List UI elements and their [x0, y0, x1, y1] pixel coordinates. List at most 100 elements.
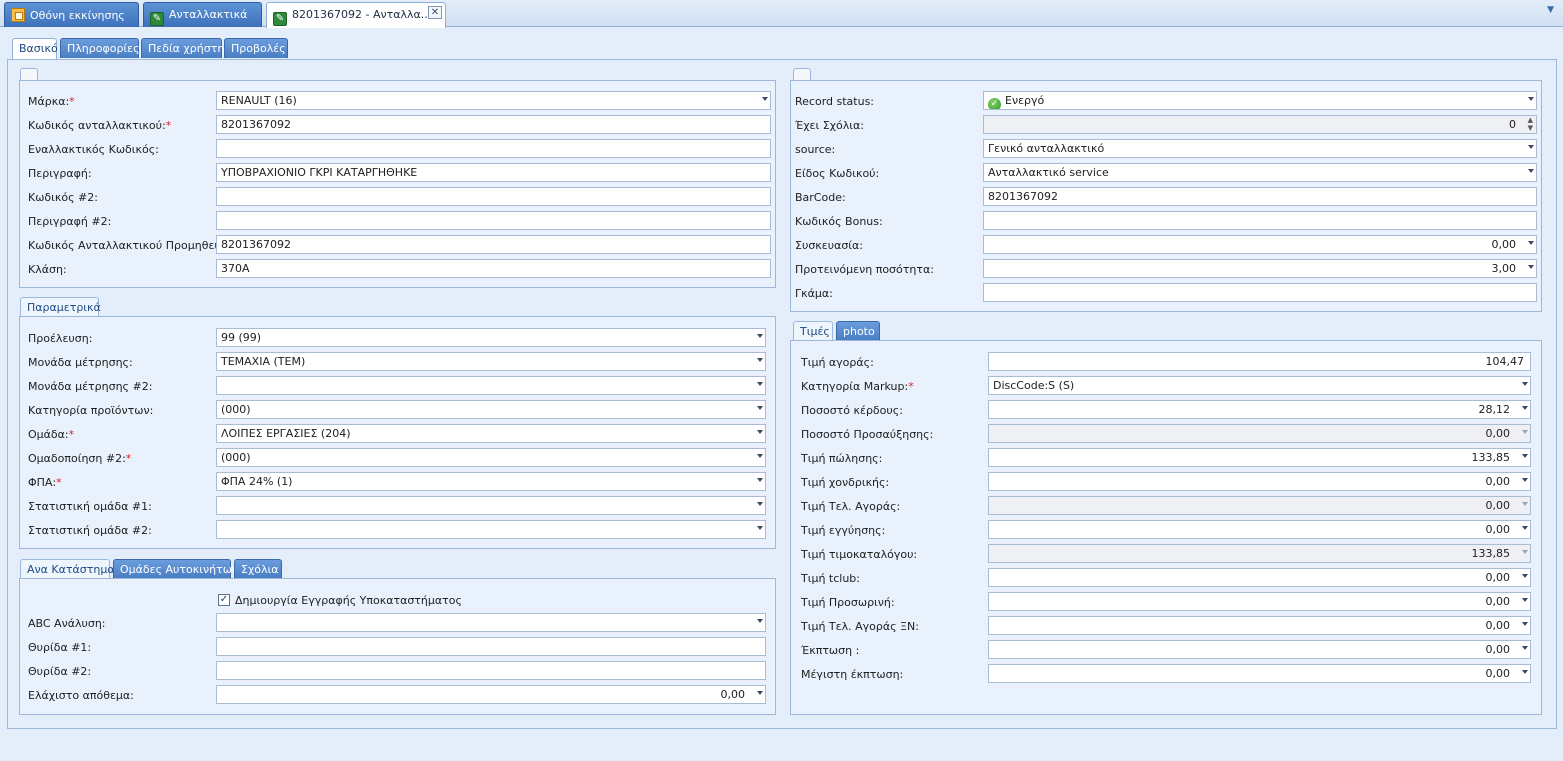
tab-basic[interactable]: Βασικό: [12, 38, 58, 59]
chevron-down-icon[interactable]: [757, 334, 763, 338]
document-tab-strip: Οθόνη εκκίνησης ✎ Ανταλλακτικά ✎ 820136709…: [0, 0, 1563, 28]
description2-input[interactable]: [216, 211, 771, 230]
barcode-label: BarCode:: [795, 191, 846, 204]
unit-label: Μονάδα μέτρησης:: [28, 356, 133, 369]
tab-comments[interactable]: Σχόλια: [234, 559, 282, 578]
close-tab-icon[interactable]: ✕: [428, 6, 442, 19]
category-combo[interactable]: (000): [216, 400, 766, 419]
price-row-field[interactable]: 28,12: [988, 400, 1531, 419]
create-branch-checkbox[interactable]: ✓: [218, 594, 230, 606]
price-row-field[interactable]: 133,85: [988, 544, 1531, 563]
unit-combo[interactable]: ΤΕΜΑΧΙΑ (ΤΕΜ): [216, 352, 766, 371]
chevron-down-icon[interactable]: [1522, 550, 1528, 554]
range-input[interactable]: [983, 283, 1537, 302]
chevron-down-icon[interactable]: [762, 97, 768, 101]
source-combo[interactable]: Γενικό ανταλλακτικό: [983, 139, 1537, 158]
spinner-arrows-icon[interactable]: ▲ ▼: [1528, 116, 1533, 132]
price-row-field[interactable]: 0,00: [988, 520, 1531, 539]
price-row-label: Μέγιστη έκπτωση:: [801, 668, 903, 681]
chevron-down-icon[interactable]: [1528, 97, 1534, 101]
barcode-input[interactable]: 8201367092: [983, 187, 1537, 206]
tab-photo[interactable]: photo: [836, 321, 880, 340]
vat-combo[interactable]: ΦΠΑ 24% (1): [216, 472, 766, 491]
chevron-down-icon[interactable]: [757, 526, 763, 530]
alt-code-input[interactable]: [216, 139, 771, 158]
price-row-field[interactable]: 0,00: [988, 616, 1531, 635]
price-row-field[interactable]: 0,00: [988, 496, 1531, 515]
suggested-qty-input[interactable]: 3,00: [983, 259, 1537, 278]
chevron-down-icon[interactable]: [757, 382, 763, 386]
price-row-label-text: Τιμή Τελ. Αγοράς:: [801, 500, 901, 513]
chevron-down-icon[interactable]: [1522, 478, 1528, 482]
chevron-down-icon[interactable]: [1528, 241, 1534, 245]
tab-info[interactable]: Πληροφορίες: [60, 38, 140, 58]
supplier-code-input[interactable]: 8201367092: [216, 235, 771, 254]
part-code-input[interactable]: 8201367092: [216, 115, 771, 134]
chevron-down-icon[interactable]: [1522, 670, 1528, 674]
grouping2-combo[interactable]: (000): [216, 448, 766, 467]
chevron-down-icon[interactable]: [757, 691, 763, 695]
chevron-down-icon[interactable]: [1522, 598, 1528, 602]
tab-user-fields[interactable]: Πεδία χρήστη: [141, 38, 224, 58]
price-row-field[interactable]: DiscCode:S (S): [988, 376, 1531, 395]
tab-car-groups[interactable]: Ομάδες Αυτοκινήτων: [113, 559, 238, 578]
tab-views[interactable]: Προβολές: [224, 38, 288, 58]
description-input[interactable]: ΥΠΟΒΡΑΧΙΟΝΙΟ ΓΚΡΙ ΚΑΤΑΡΓΗΘΗΚΕ: [216, 163, 771, 182]
tab-parametrics[interactable]: Παραμετρικά: [20, 297, 101, 317]
price-row-field[interactable]: 133,85: [988, 448, 1531, 467]
origin-combo[interactable]: 99 (99): [216, 328, 766, 347]
chevron-down-icon[interactable]: [757, 454, 763, 458]
doc-tab-home[interactable]: Οθόνη εκκίνησης: [4, 2, 139, 27]
doc-tab-label: Οθόνη εκκίνησης: [30, 9, 125, 22]
chevron-down-icon[interactable]: [1522, 406, 1528, 410]
stat-group2-combo[interactable]: [216, 520, 766, 539]
abc-combo[interactable]: [216, 613, 766, 632]
group-combo[interactable]: ΛΟΙΠΕΣ ΕΡΓΑΣΙΕΣ (204): [216, 424, 766, 443]
alt-code-label: Εναλλακτικός Κωδικός:: [28, 143, 159, 156]
class-input[interactable]: 370A: [216, 259, 771, 278]
chevron-down-icon[interactable]: [757, 619, 763, 623]
price-row-field[interactable]: 0,00: [988, 664, 1531, 683]
slot2-input[interactable]: [216, 661, 766, 680]
bonus-code-input[interactable]: [983, 211, 1537, 230]
unit2-combo[interactable]: [216, 376, 766, 395]
code-type-combo[interactable]: Ανταλλακτικό service: [983, 163, 1537, 182]
code2-input[interactable]: [216, 187, 771, 206]
slot1-input[interactable]: [216, 637, 766, 656]
price-row-field[interactable]: 0,00: [988, 568, 1531, 587]
chevron-down-icon[interactable]: [1522, 454, 1528, 458]
doc-tab-part-record[interactable]: ✎ 8201367092 - Ανταλλα...: [266, 2, 446, 28]
chevron-down-icon[interactable]: [757, 358, 763, 362]
price-row-field[interactable]: 0,00: [988, 472, 1531, 491]
stat-group1-combo[interactable]: [216, 496, 766, 515]
price-row-field[interactable]: 0,00: [988, 640, 1531, 659]
chevron-down-icon[interactable]: [1522, 430, 1528, 434]
chevron-down-icon[interactable]: [1522, 382, 1528, 386]
tab-prices[interactable]: Τιμές: [793, 321, 833, 341]
chevron-down-icon[interactable]: [1522, 502, 1528, 506]
tabs-menu-chevron-icon[interactable]: ▼: [1547, 5, 1554, 15]
chevron-down-icon[interactable]: [1528, 265, 1534, 269]
brand-combo[interactable]: RENAULT (16): [216, 91, 771, 110]
chevron-down-icon[interactable]: [1522, 622, 1528, 626]
tab-per-store[interactable]: Ανα Κατάστημα: [20, 559, 115, 579]
chevron-down-icon[interactable]: [1522, 526, 1528, 530]
has-comments-spinner[interactable]: 0 ▲ ▼: [983, 115, 1537, 134]
chevron-down-icon[interactable]: [757, 478, 763, 482]
group-header-tab: [793, 68, 811, 80]
price-row-value: 0,00: [1485, 643, 1511, 656]
record-status-combo[interactable]: ✓ Ενεργό: [983, 91, 1537, 110]
chevron-down-icon[interactable]: [1528, 169, 1534, 173]
price-row-field[interactable]: 104,47: [988, 352, 1531, 371]
doc-tab-parts[interactable]: ✎ Ανταλλακτικά: [143, 2, 262, 27]
price-row-field[interactable]: 0,00: [988, 592, 1531, 611]
min-stock-input[interactable]: 0,00: [216, 685, 766, 704]
chevron-down-icon[interactable]: [757, 502, 763, 506]
chevron-down-icon[interactable]: [1522, 646, 1528, 650]
chevron-down-icon[interactable]: [757, 406, 763, 410]
packaging-input[interactable]: 0,00: [983, 235, 1537, 254]
chevron-down-icon[interactable]: [757, 430, 763, 434]
chevron-down-icon[interactable]: [1522, 574, 1528, 578]
price-row-field[interactable]: 0,00: [988, 424, 1531, 443]
chevron-down-icon[interactable]: [1528, 145, 1534, 149]
